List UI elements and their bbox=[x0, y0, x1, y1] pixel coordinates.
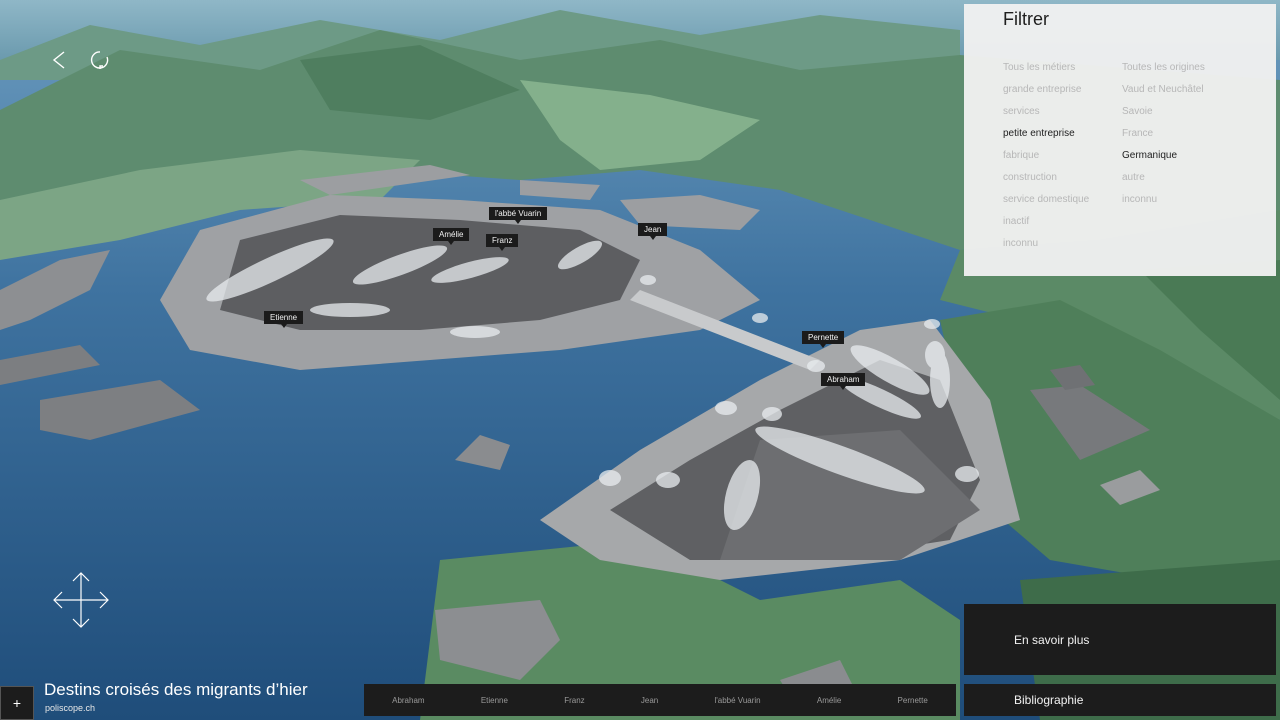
reload-button[interactable] bbox=[88, 48, 112, 72]
character-jean[interactable]: Jean bbox=[641, 696, 658, 705]
bibliography-label: Bibliographie bbox=[1014, 693, 1084, 707]
character-bar: Abraham Etienne Franz Jean l'abbé Vuarin… bbox=[364, 684, 956, 716]
filter-origin-unknown[interactable]: inconnu bbox=[1122, 189, 1205, 211]
filter-profession-all[interactable]: Tous les métiers bbox=[1003, 57, 1089, 79]
character-vuarin[interactable]: l'abbé Vuarin bbox=[714, 696, 760, 705]
filter-profession-small-company[interactable]: petite entreprise bbox=[1003, 123, 1089, 145]
filter-profession-construction[interactable]: construction bbox=[1003, 167, 1089, 189]
character-amelie[interactable]: Amélie bbox=[817, 696, 841, 705]
filter-profession-services[interactable]: services bbox=[1003, 101, 1089, 123]
filter-origin-vaud-neuchatel[interactable]: Vaud et Neuchâtel bbox=[1122, 79, 1205, 101]
filter-origin-all[interactable]: Toutes les origines bbox=[1122, 57, 1205, 79]
profession-filter-list: Tous les métiers grande entreprise servi… bbox=[1003, 57, 1089, 255]
filter-title: Filtrer bbox=[1003, 9, 1049, 29]
filter-profession-inactive[interactable]: inactif bbox=[1003, 211, 1089, 233]
character-etienne[interactable]: Etienne bbox=[481, 696, 508, 705]
character-pernette[interactable]: Pernette bbox=[898, 696, 928, 705]
chevron-left-icon bbox=[52, 51, 65, 69]
filter-origin-savoie[interactable]: Savoie bbox=[1122, 101, 1205, 123]
plus-button[interactable]: + bbox=[0, 686, 34, 720]
map-pin-abraham[interactable]: Abraham bbox=[821, 373, 866, 390]
pan-control[interactable] bbox=[52, 571, 110, 629]
filter-origin-germanic[interactable]: Germanique bbox=[1122, 145, 1205, 167]
map-pin-vuarin[interactable]: l'abbé Vuarin bbox=[489, 207, 548, 224]
bibliography-button[interactable]: Bibliographie bbox=[964, 684, 1276, 716]
character-abraham[interactable]: Abraham bbox=[392, 696, 424, 705]
back-button[interactable] bbox=[48, 48, 72, 72]
filter-origin-other[interactable]: autre bbox=[1122, 167, 1205, 189]
site-link[interactable]: poliscope.ch bbox=[45, 703, 95, 713]
filter-profession-large-company[interactable]: grande entreprise bbox=[1003, 79, 1089, 101]
four-way-arrows-icon bbox=[53, 572, 109, 628]
app-title: Destins croisés des migrants d’hier bbox=[44, 680, 308, 699]
map-pin-franz[interactable]: Franz bbox=[486, 234, 519, 251]
filter-profession-domestic-service[interactable]: service domestique bbox=[1003, 189, 1089, 211]
map-pin-etienne[interactable]: Etienne bbox=[264, 311, 304, 328]
origin-filter-list: Toutes les origines Vaud et Neuchâtel Sa… bbox=[1122, 57, 1205, 211]
map-pin-pernette[interactable]: Pernette bbox=[802, 331, 845, 348]
rotate-icon bbox=[90, 51, 109, 69]
filter-profession-factory[interactable]: fabrique bbox=[1003, 145, 1089, 167]
map-pin-amelie[interactable]: Amélie bbox=[433, 228, 470, 245]
filter-origin-france[interactable]: France bbox=[1122, 123, 1205, 145]
learn-more-button[interactable]: En savoir plus bbox=[964, 604, 1276, 675]
learn-more-label: En savoir plus bbox=[1014, 633, 1090, 647]
filter-panel: Filtrer Tous les métiers grande entrepri… bbox=[964, 4, 1276, 276]
character-franz[interactable]: Franz bbox=[564, 696, 584, 705]
filter-profession-unknown[interactable]: inconnu bbox=[1003, 233, 1089, 255]
map-pin-jean[interactable]: Jean bbox=[638, 223, 668, 240]
